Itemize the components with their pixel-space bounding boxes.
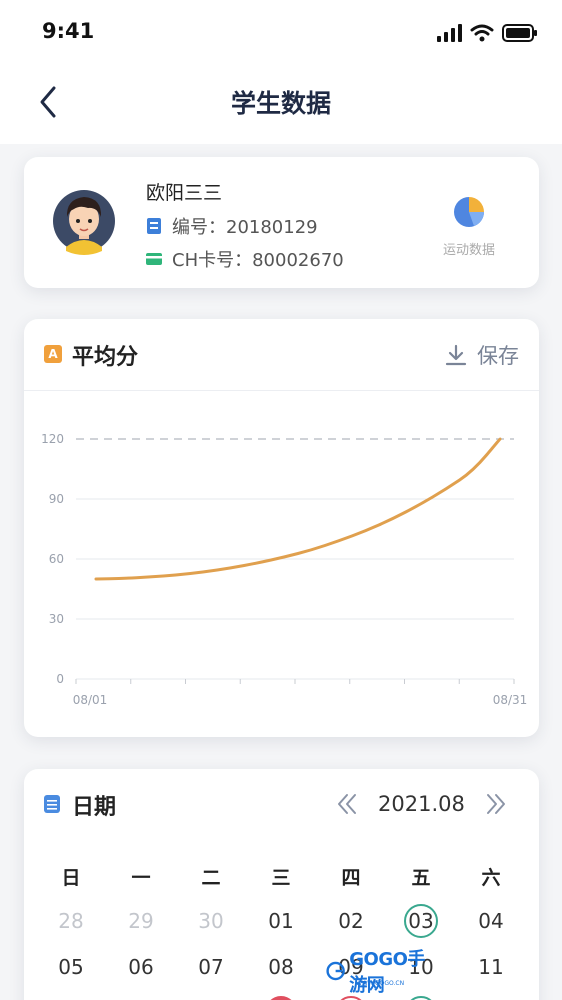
watermark-subtext: WWW.GOGO.CN xyxy=(356,980,405,987)
weekday-label: 日 xyxy=(61,867,81,889)
student-name: 欧阳三三 xyxy=(146,182,223,204)
weekday-label: 一 xyxy=(131,867,151,889)
calendar-day[interactable]: 07 xyxy=(176,949,246,995)
calendar-doc-icon xyxy=(44,795,60,813)
weekday-label: 二 xyxy=(201,867,221,889)
watermark: GOGO手游网 WWW.GOGO.CN xyxy=(326,949,438,996)
x-tick-label: 08/31 xyxy=(493,693,528,707)
id-badge-icon xyxy=(147,218,161,234)
calendar-day-number: 03 xyxy=(404,904,438,938)
avatar xyxy=(53,190,115,255)
calendar-week-row-partial xyxy=(36,995,526,1000)
calendar-day[interactable]: 29 xyxy=(106,903,176,949)
calendar-day-marked[interactable]: 03 xyxy=(386,903,456,949)
calendar-day[interactable]: 08 xyxy=(246,949,316,995)
prev-month-icon[interactable] xyxy=(334,791,360,817)
status-time: 9:41 xyxy=(42,19,95,43)
calendar-day[interactable]: 06 xyxy=(106,949,176,995)
status-bar: 9:41 xyxy=(0,0,562,64)
calendar-day[interactable]: 04 xyxy=(456,903,526,949)
series-line xyxy=(94,437,502,581)
download-icon xyxy=(445,344,467,366)
card-number-text: CH卡号：80002670 xyxy=(172,250,344,271)
sport-data-label: 运动数据 xyxy=(442,243,495,258)
card-icon xyxy=(146,253,162,265)
page-title: 学生数据 xyxy=(230,89,331,118)
pie-chart-icon xyxy=(454,197,484,227)
calendar-day[interactable]: 11 xyxy=(456,949,526,995)
calendar-week-row: 05 06 07 08 09 10 11 xyxy=(36,949,526,995)
calendar-day[interactable]: 05 xyxy=(36,949,106,995)
x-tick-label: 08/01 xyxy=(73,693,108,707)
calendar-card: 日期 2021.08 日 一 二 三 四 五 六 28 29 30 01 02 … xyxy=(24,769,539,1000)
status-dot xyxy=(270,996,292,1000)
student-profile-card: 欧阳三三 编号：20180129 CH卡号：80002670 运动数据 xyxy=(24,157,539,288)
wifi-icon xyxy=(470,24,494,42)
calendar-day[interactable]: 02 xyxy=(316,903,386,949)
y-tick-label: 0 xyxy=(56,672,64,686)
score-icon: A xyxy=(44,345,62,363)
chart-card-header: A 平均分 保存 xyxy=(24,319,539,391)
calendar-day[interactable]: 28 xyxy=(36,903,106,949)
student-id-text: 编号：20180129 xyxy=(172,217,318,238)
nav-bar: 学生数据 xyxy=(0,64,562,144)
calendar-day[interactable]: 01 xyxy=(246,903,316,949)
battery-icon xyxy=(502,24,537,42)
student-id-row: 编号：20180129 xyxy=(146,213,318,239)
weekday-header-row: 日 一 二 三 四 五 六 xyxy=(36,863,526,890)
card-number-row: CH卡号：80002670 xyxy=(146,246,344,272)
y-tick-label: 30 xyxy=(49,612,64,626)
calendar-title: 日期 xyxy=(72,795,117,820)
y-tick-label: 60 xyxy=(49,552,64,566)
calendar-week-row: 28 29 30 01 02 03 04 xyxy=(36,903,526,949)
chart-title: 平均分 xyxy=(72,345,139,370)
signal-icon xyxy=(437,24,462,42)
month-navigator: 2021.08 xyxy=(334,791,509,817)
calendar-day[interactable]: 30 xyxy=(176,903,246,949)
save-button[interactable]: 保存 xyxy=(445,340,519,370)
watermark-text: GOGO手游网 xyxy=(349,949,425,996)
save-label: 保存 xyxy=(477,344,519,368)
next-month-icon[interactable] xyxy=(483,791,509,817)
weekday-label: 六 xyxy=(481,867,501,889)
month-label: 2021.08 xyxy=(378,792,465,816)
y-tick-label: 90 xyxy=(49,492,64,506)
calendar-day-status-red[interactable] xyxy=(246,995,316,1000)
status-icons xyxy=(436,24,538,42)
score-line-chart: 0 30 60 90 120 08/01 08/31 xyxy=(41,432,528,707)
weekday-label: 五 xyxy=(411,867,431,889)
document-lines-icon xyxy=(47,800,57,810)
sport-data-button[interactable]: 运动数据 xyxy=(429,195,509,258)
weekday-label: 四 xyxy=(341,867,361,889)
weekday-label: 三 xyxy=(271,867,291,889)
y-tick-label: 120 xyxy=(41,432,64,446)
average-score-card: A 平均分 保存 0 30 60 90 120 08/01 08/31 xyxy=(24,319,539,737)
watermark-logo-icon xyxy=(326,961,345,981)
